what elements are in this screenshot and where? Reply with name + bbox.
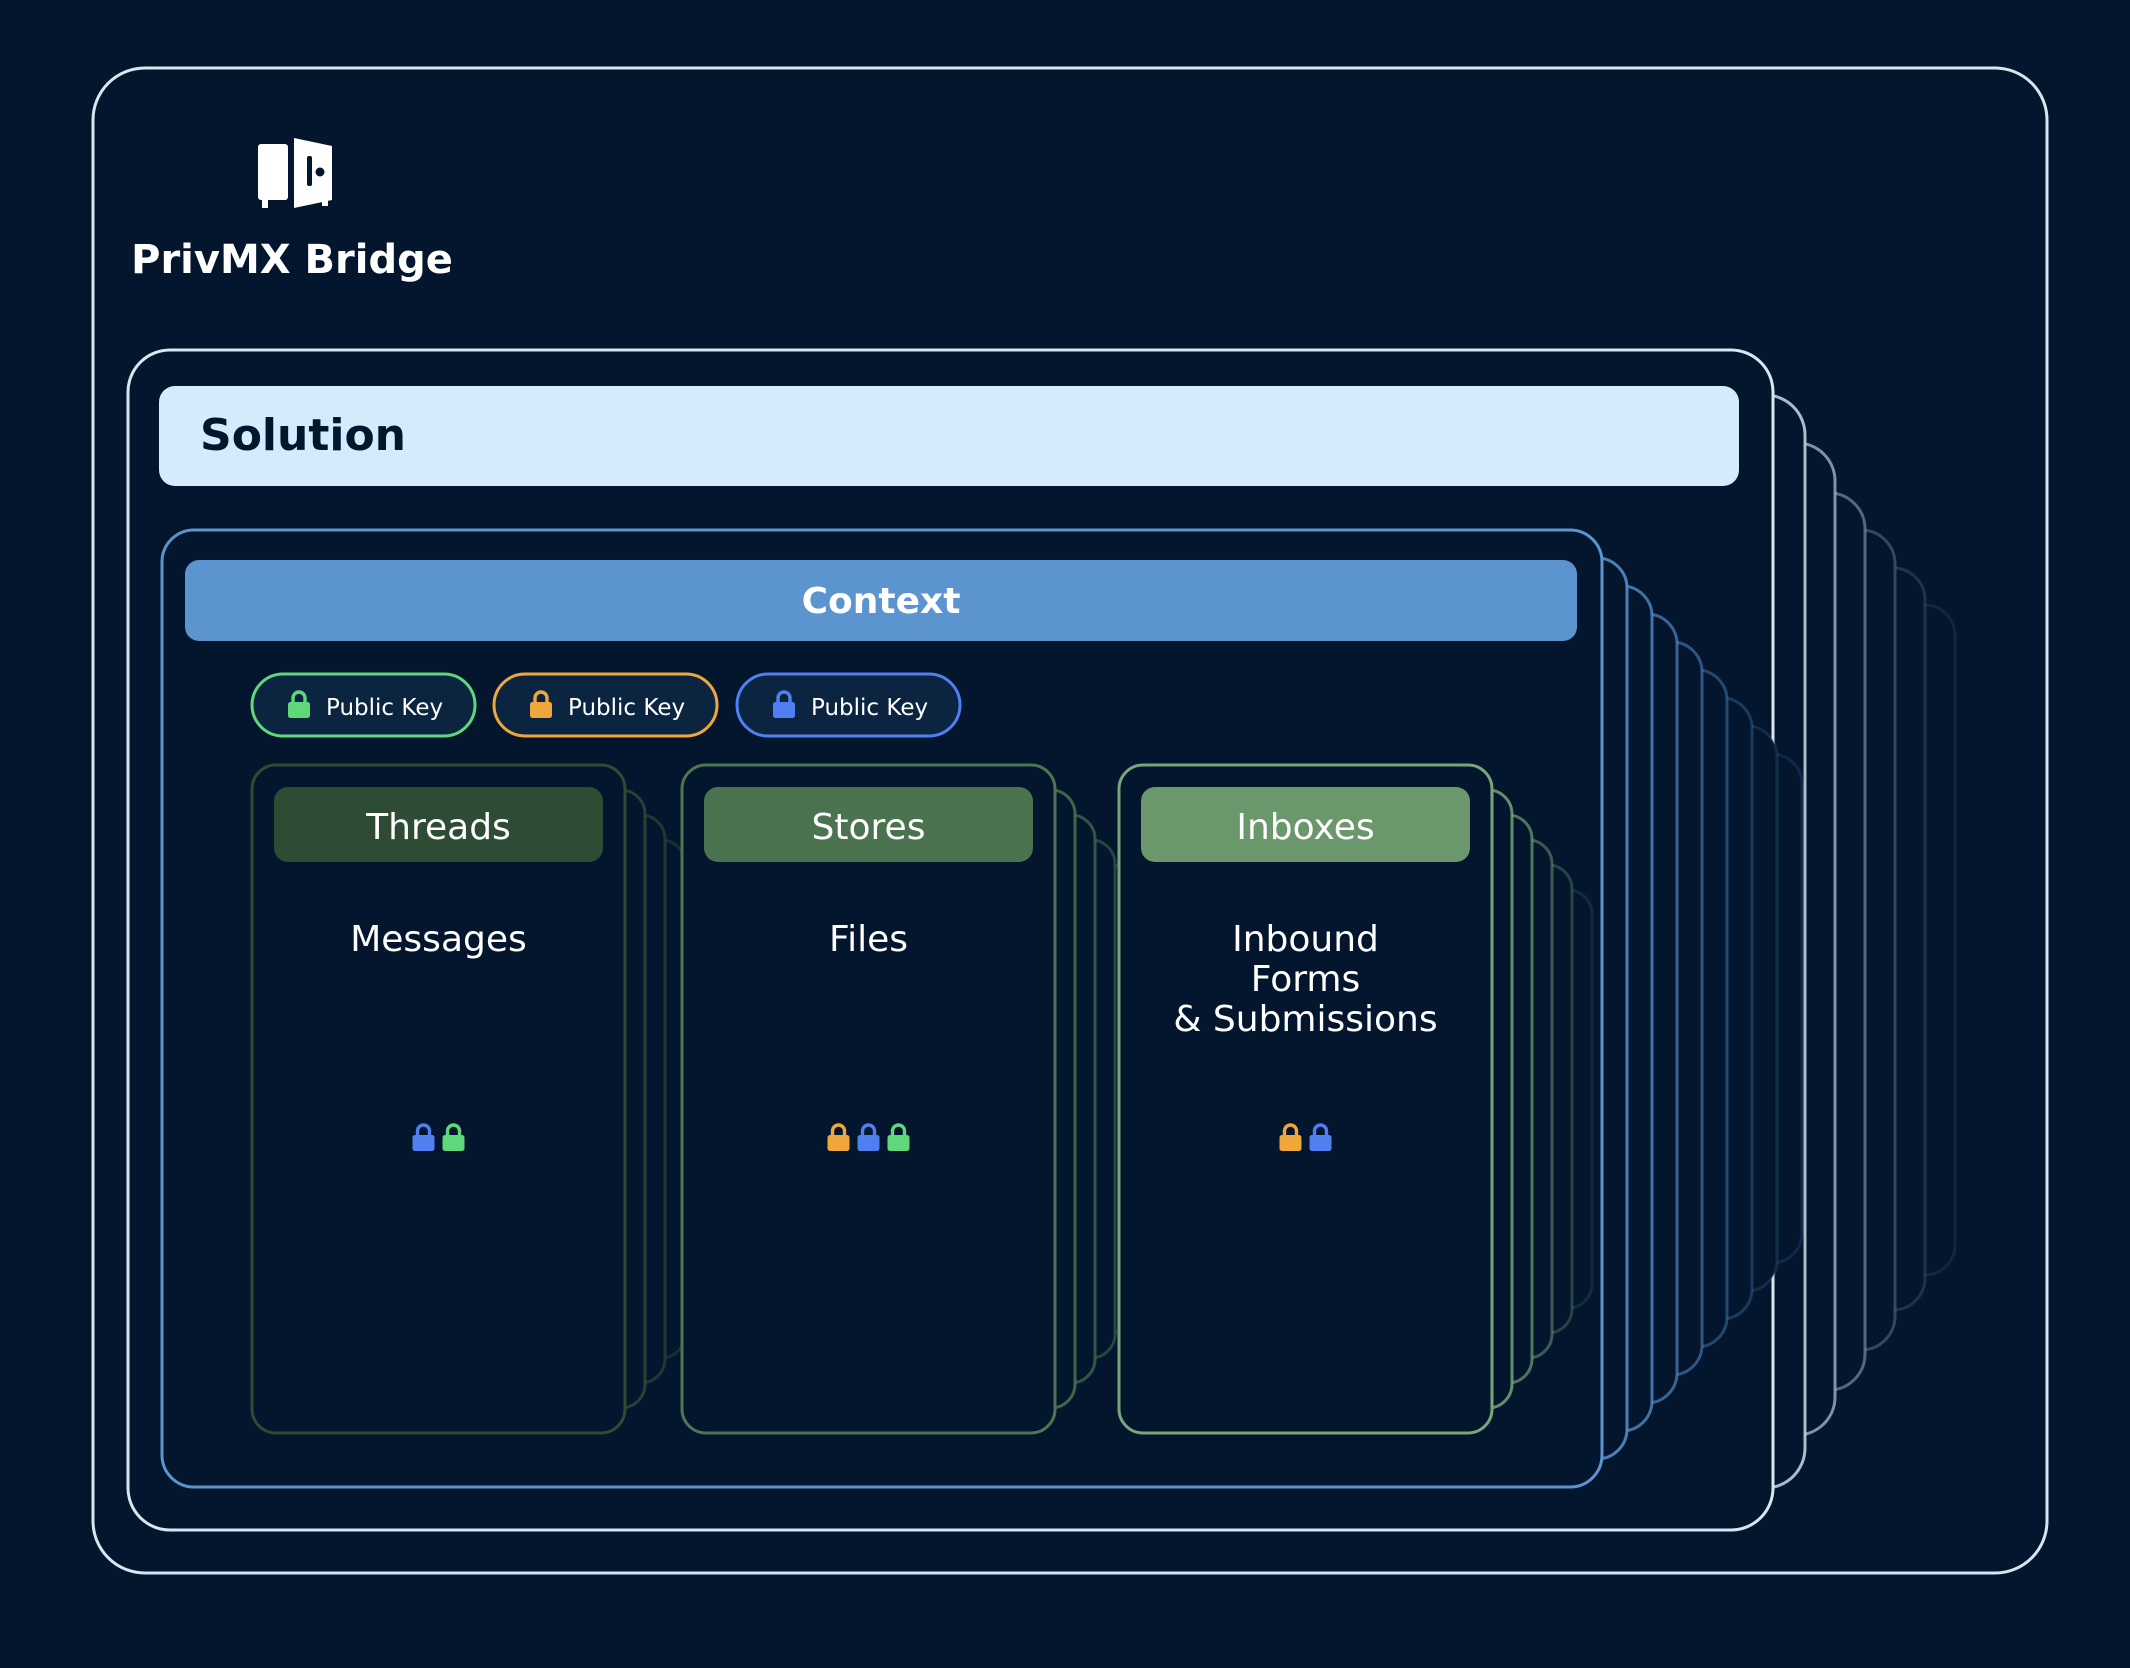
public-key-label: Public Key (326, 695, 443, 721)
container-title: Stores (812, 807, 926, 848)
public-key-list: Public Key Public Key Public Key (250, 672, 962, 738)
bridge-title: PrivMX Bridge (131, 237, 453, 283)
container-box (680, 763, 1057, 1435)
container-body-text: & Submissions (1173, 999, 1437, 1040)
public-key-pill: Public Key (735, 672, 962, 738)
container-box (250, 763, 627, 1435)
container-list: Threads Messages Stores Files Inboxes Inbound… (250, 763, 1594, 1435)
container-title: Threads (365, 807, 511, 848)
container-body-text: Inbound (1232, 919, 1379, 960)
container-threads: Threads Messages (250, 763, 727, 1435)
public-key-label: Public Key (811, 695, 928, 721)
container-title: Inboxes (1236, 807, 1374, 848)
diagram-canvas: PrivMX Bridge Solution Context Public Ke… (91, 66, 2049, 1575)
container-inboxes: Inboxes InboundForms& Submissions (1117, 763, 1594, 1435)
safe-vault-icon (258, 138, 332, 208)
container-body-text: Messages (350, 919, 527, 960)
context-label: Context (802, 581, 961, 622)
solution-label: Solution (200, 410, 406, 461)
public-key-label: Public Key (568, 695, 685, 721)
public-key-pill: Public Key (250, 672, 477, 738)
container-box (1117, 763, 1494, 1435)
container-body-text: Files (829, 919, 908, 960)
architecture-diagram: PrivMX Bridge Solution Context Public Ke… (0, 0, 2130, 1668)
container-stores: Stores Files (680, 763, 1157, 1435)
container-body-text: Forms (1251, 959, 1360, 1000)
public-key-pill: Public Key (492, 672, 719, 738)
